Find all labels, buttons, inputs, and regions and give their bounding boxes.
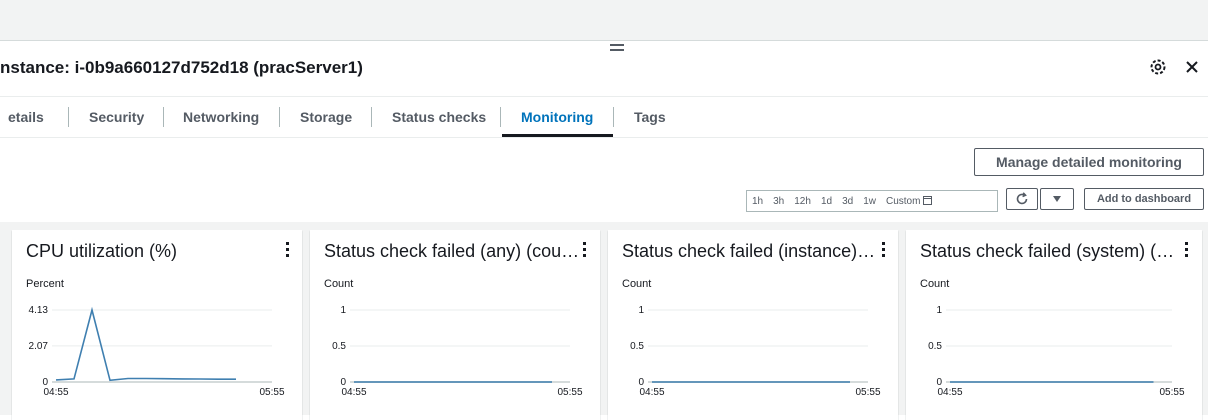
tab-details[interactable]: etails	[8, 97, 44, 137]
widget-title: CPU utilization (%)	[26, 241, 178, 261]
y-tick-label: 0.5	[630, 341, 644, 352]
active-tab-indicator	[502, 134, 613, 137]
x-tick-label: 04:55	[937, 387, 962, 398]
x-tick-label: 05:55	[259, 387, 284, 398]
refresh-options-button[interactable]	[1040, 188, 1074, 210]
tab-separator	[613, 107, 614, 127]
range-custom[interactable]: Custom	[881, 196, 937, 207]
tab-separator	[371, 107, 372, 127]
y-axis-label: Percent	[26, 278, 64, 290]
range-3h[interactable]: 3h	[768, 196, 789, 207]
refresh-button[interactable]	[1006, 188, 1038, 210]
range-custom-label: Custom	[885, 195, 921, 207]
kebab-menu-icon[interactable]	[581, 242, 587, 260]
kebab-menu-icon[interactable]	[284, 242, 290, 260]
range-1d[interactable]: 1d	[816, 196, 837, 207]
tab-storage[interactable]: Storage	[300, 97, 352, 137]
tab-tags[interactable]: Tags	[634, 97, 666, 137]
tab-separator	[279, 107, 280, 127]
y-axis-label: Count	[324, 278, 354, 290]
settings-icon[interactable]	[1147, 56, 1169, 78]
widget-title: Status check failed (instance)…	[622, 241, 876, 261]
range-12h[interactable]: 12h	[789, 196, 816, 207]
kebab-menu-icon[interactable]	[880, 242, 886, 260]
y-tick-label: 0.5	[332, 341, 346, 352]
tab-networking[interactable]: Networking	[183, 97, 259, 137]
y-tick-label: 4.13	[29, 305, 49, 316]
kebab-menu-icon[interactable]	[1183, 242, 1189, 260]
tab-security[interactable]: Security	[89, 97, 144, 137]
add-to-dashboard-button[interactable]: Add to dashboard	[1084, 188, 1204, 210]
tab-separator	[68, 107, 69, 127]
y-tick-label: 1	[936, 305, 942, 316]
metric-card-cpu-utilization: CPU utilization (%) Percent 0 2.07 4.13 04:…	[12, 230, 302, 420]
drag-handle-icon[interactable]	[610, 44, 624, 52]
range-1h[interactable]: 1h	[747, 196, 768, 207]
y-tick-label: 0.5	[928, 341, 942, 352]
top-bar	[0, 0, 1208, 41]
y-axis-label: Count	[920, 278, 950, 290]
tab-bar: etails Security Networking Storage Statu…	[0, 96, 1208, 138]
chart-plot: 02.074.1304:55 05:55	[29, 305, 285, 398]
tab-separator	[500, 107, 501, 127]
tab-monitoring[interactable]: Monitoring	[521, 97, 593, 137]
metric-card-status-check-failed-system: Status check failed (system) (… Count 00…	[906, 230, 1202, 420]
tab-separator	[163, 107, 164, 127]
time-range-selector: 1h 3h 12h 1d 3d 1w Custom	[746, 190, 998, 212]
chart-plot: 00.5104:55 05:55	[928, 305, 1185, 398]
x-tick-label: 05:55	[855, 387, 880, 398]
widget-title: Status check failed (any) (cou…	[324, 241, 580, 261]
manage-detailed-monitoring-button[interactable]: Manage detailed monitoring	[974, 148, 1204, 176]
x-tick-label: 04:55	[43, 387, 68, 398]
close-icon[interactable]	[1181, 56, 1203, 78]
x-tick-label: 05:55	[1159, 387, 1184, 398]
calendar-icon	[923, 196, 933, 206]
caret-down-icon	[1053, 196, 1061, 202]
y-tick-label: 1	[638, 305, 644, 316]
chart-plot: 00.5104:55 05:55	[630, 305, 881, 398]
y-tick-label: 2.07	[29, 341, 49, 352]
x-tick-label: 05:55	[557, 387, 582, 398]
range-1w[interactable]: 1w	[858, 196, 881, 207]
page-title: nstance: i-0b9a660127d752d18 (pracServer…	[0, 58, 363, 77]
chart-plot: 00.5104:55 05:55	[332, 305, 583, 398]
metric-card-status-check-failed-any: Status check failed (any) (cou… Count 00…	[310, 230, 600, 420]
widget-title: Status check failed (system) (…	[920, 241, 1175, 261]
y-axis-label: Count	[622, 278, 652, 290]
y-tick-label: 1	[340, 305, 346, 316]
series-line	[55, 306, 236, 382]
tab-status-checks[interactable]: Status checks	[392, 97, 486, 137]
x-tick-label: 04:55	[341, 387, 366, 398]
metric-card-status-check-failed-instance: Status check failed (instance)… Count 00…	[608, 230, 898, 420]
refresh-icon	[1016, 192, 1028, 205]
x-tick-label: 04:55	[639, 387, 664, 398]
range-3d[interactable]: 3d	[837, 196, 858, 207]
